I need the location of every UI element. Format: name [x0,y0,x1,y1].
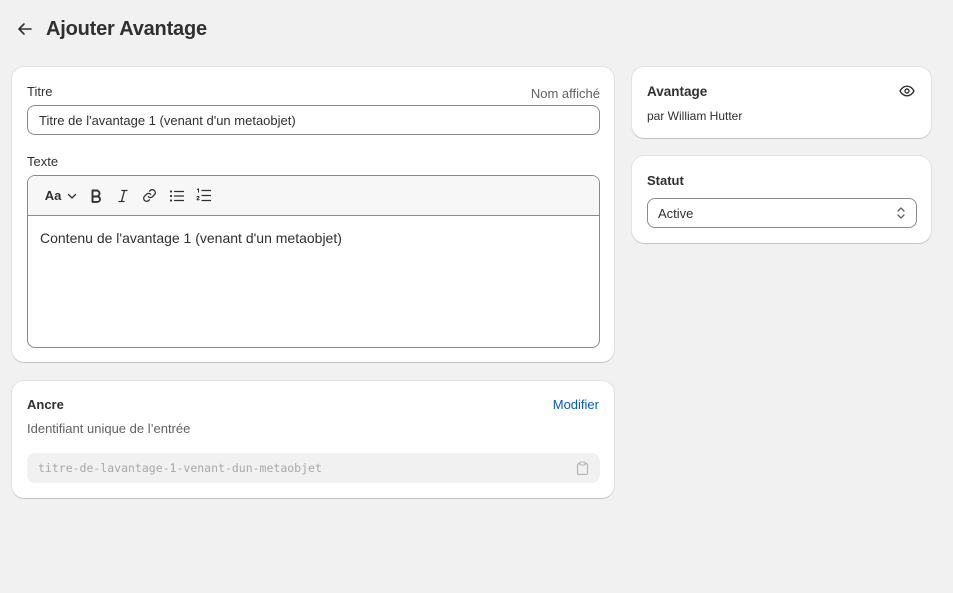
status-card: Statut Active [632,156,931,243]
bullet-list-icon [169,189,184,202]
rich-text-editor: Aa Contenu de l'avantage 1 (venant d'un … [27,175,600,348]
avantage-author: par William Hutter [647,109,743,123]
link-button[interactable] [136,183,163,209]
editor-content[interactable]: Contenu de l'avantage 1 (venant d'un met… [28,216,599,260]
anchor-handle-field: titre-de-lavantage-1-venant-dun-metaobje… [27,453,600,483]
bullet-list-button[interactable] [163,183,190,209]
edit-anchor-link[interactable]: Modifier [553,397,599,412]
numbered-list-button[interactable] [190,183,217,209]
chevron-down-icon [68,193,77,199]
page-header: Ajouter Avantage [14,14,207,44]
anchor-handle-value: titre-de-lavantage-1-venant-dun-metaobje… [38,461,322,475]
title-label: Titre [27,84,53,99]
font-icon: Aa [44,188,62,203]
status-selected-value: Active [658,205,694,221]
clipboard-icon[interactable] [576,461,589,475]
avantage-card: Avantage par William Hutter [632,67,931,138]
title-hint: Nom affiché [530,86,600,101]
bold-icon [91,189,101,203]
status-select[interactable]: Active [647,198,917,228]
link-icon [143,189,156,202]
text-label: Texte [27,154,59,169]
content-card: Titre Nom affiché Titre de l'avantage 1 … [12,67,614,362]
anchor-title: Ancre [27,397,64,412]
italic-button[interactable] [109,183,136,209]
eye-icon[interactable] [899,85,915,97]
editor-toolbar: Aa [28,176,599,216]
avantage-title: Avantage [647,84,708,99]
back-button[interactable] [14,18,36,40]
page-title: Ajouter Avantage [46,17,207,40]
anchor-description: Identifiant unique de l’entrée [27,421,191,436]
italic-icon [117,189,128,202]
bold-button[interactable] [82,183,109,209]
numbered-list-icon [196,188,211,202]
select-chevrons-icon [897,207,905,219]
arrow-left-icon [18,23,32,35]
anchor-card: Ancre Modifier Identifiant unique de l’e… [12,381,614,498]
status-title: Statut [647,173,684,188]
title-input[interactable]: Titre de l'avantage 1 (venant d'un metao… [27,105,600,135]
font-format-button[interactable]: Aa [40,183,82,209]
